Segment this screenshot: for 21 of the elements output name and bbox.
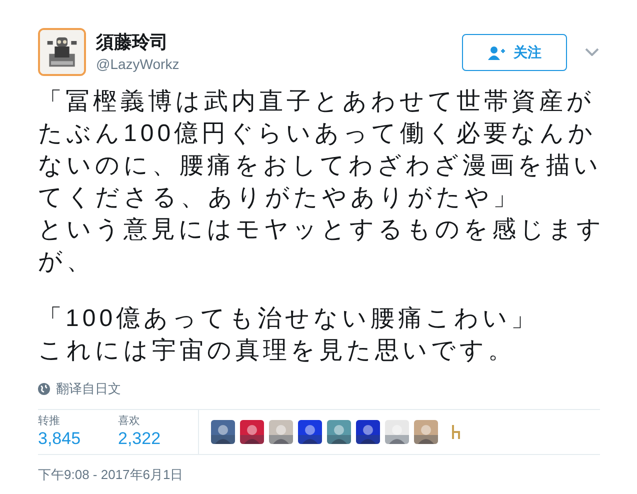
stat-label: 喜欢 bbox=[118, 416, 141, 427]
stat-count[interactable]: 2,322 bbox=[118, 430, 198, 447]
timestamp[interactable]: 下午9:08 - 2017年6月1日 bbox=[38, 466, 184, 482]
tweet-text-line: が、 bbox=[38, 247, 95, 277]
stat-count[interactable]: 3,845 bbox=[38, 430, 118, 447]
globe-icon bbox=[38, 382, 50, 395]
tweet-text-line: てくださる、ありがたやありがたや」 bbox=[38, 183, 522, 213]
chevron-down-icon[interactable] bbox=[585, 48, 599, 56]
follow-button[interactable]: 关注 bbox=[462, 34, 567, 71]
chair-icon bbox=[450, 424, 460, 438]
add-user-icon bbox=[488, 46, 506, 60]
tweet-text-line: という意見にはモヤッとするものを感じます bbox=[38, 215, 599, 245]
tweet-text-line: 「冨樫義博は武内直子とあわせて世帯資産が bbox=[38, 87, 596, 117]
tweet-text-line: 「100億あっても治せない腰痛こわい」 bbox=[38, 304, 540, 334]
tweet-text-line: ないのに、腰痛をおしてわざわざ漫画を描い bbox=[38, 151, 599, 181]
user-handle[interactable]: @LazyWorkz bbox=[96, 54, 180, 74]
stat-label: 转推 bbox=[38, 416, 61, 427]
user-name[interactable]: 須藤玲司 bbox=[96, 30, 180, 54]
tweet-text-line: これには宇宙の真理を見た思いです。 bbox=[38, 336, 516, 366]
translate-link[interactable]: 翻译自日文 bbox=[56, 379, 121, 398]
tweet-text-line: たぶん100億円ぐらいあって働く必要なんか bbox=[38, 119, 598, 149]
